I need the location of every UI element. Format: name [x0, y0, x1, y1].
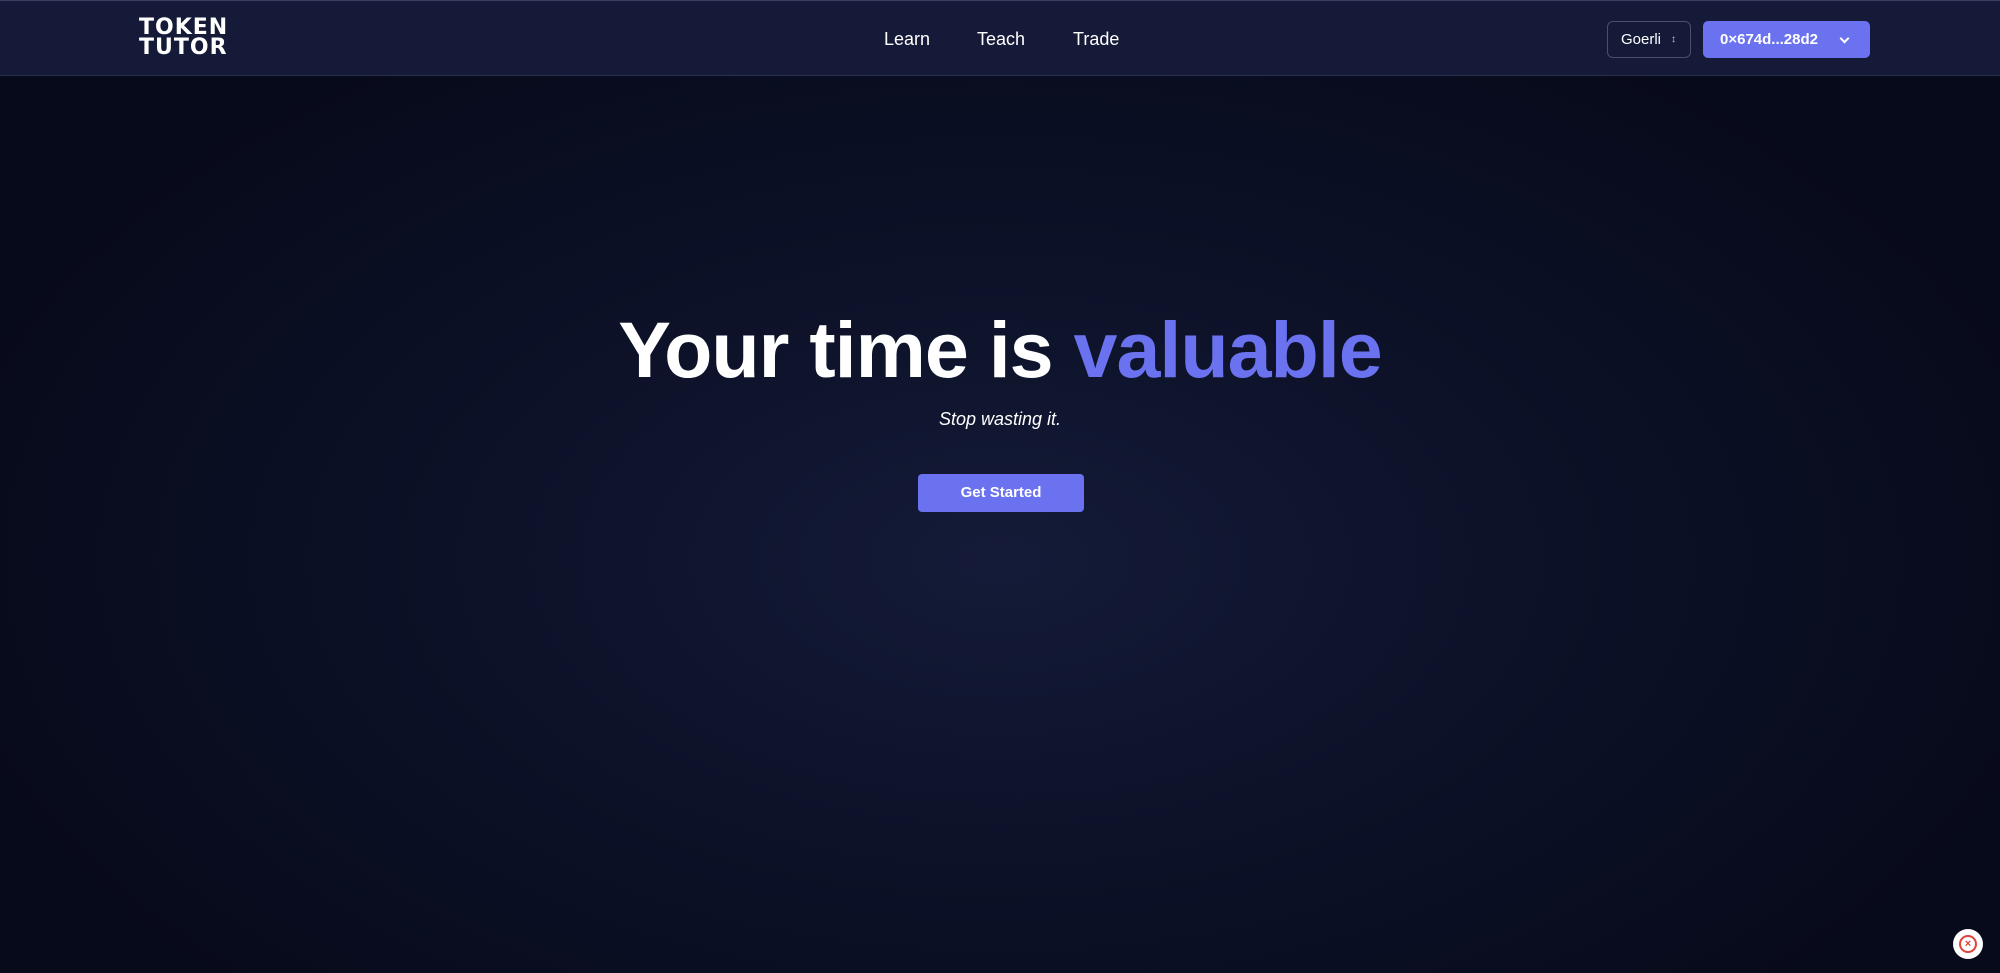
network-selected-value: Goerli: [1621, 31, 1662, 48]
get-started-button[interactable]: Get Started: [918, 474, 1084, 512]
nav-learn[interactable]: Learn: [884, 27, 930, 51]
wallet-address: 0×674d...28d2: [1720, 31, 1818, 48]
hero-title-accent: valuable: [1073, 305, 1383, 394]
nav-teach[interactable]: Teach: [977, 27, 1025, 51]
network-selector[interactable]: Goerli ↕: [1607, 21, 1691, 58]
main-nav: Learn Teach Trade: [0, 27, 2000, 51]
nav-trade[interactable]: Trade: [1073, 27, 1119, 51]
close-circle-icon: ×: [1959, 935, 1977, 953]
hero-title-main: Your time is: [618, 305, 1053, 394]
floating-helper-button[interactable]: ×: [1953, 929, 1983, 959]
wallet-button[interactable]: 0×674d...28d2: [1703, 21, 1870, 58]
chevron-down-icon: [1839, 33, 1850, 44]
updown-chevron-icon: ↕: [1671, 34, 1676, 45]
hero-subtitle: Stop wasting it.: [938, 409, 1062, 429]
hero-title: Your time is valuable: [0, 300, 2000, 400]
top-navbar: TOKEN TUTOR Learn Teach Trade Goerli ↕ 0…: [0, 0, 2000, 76]
